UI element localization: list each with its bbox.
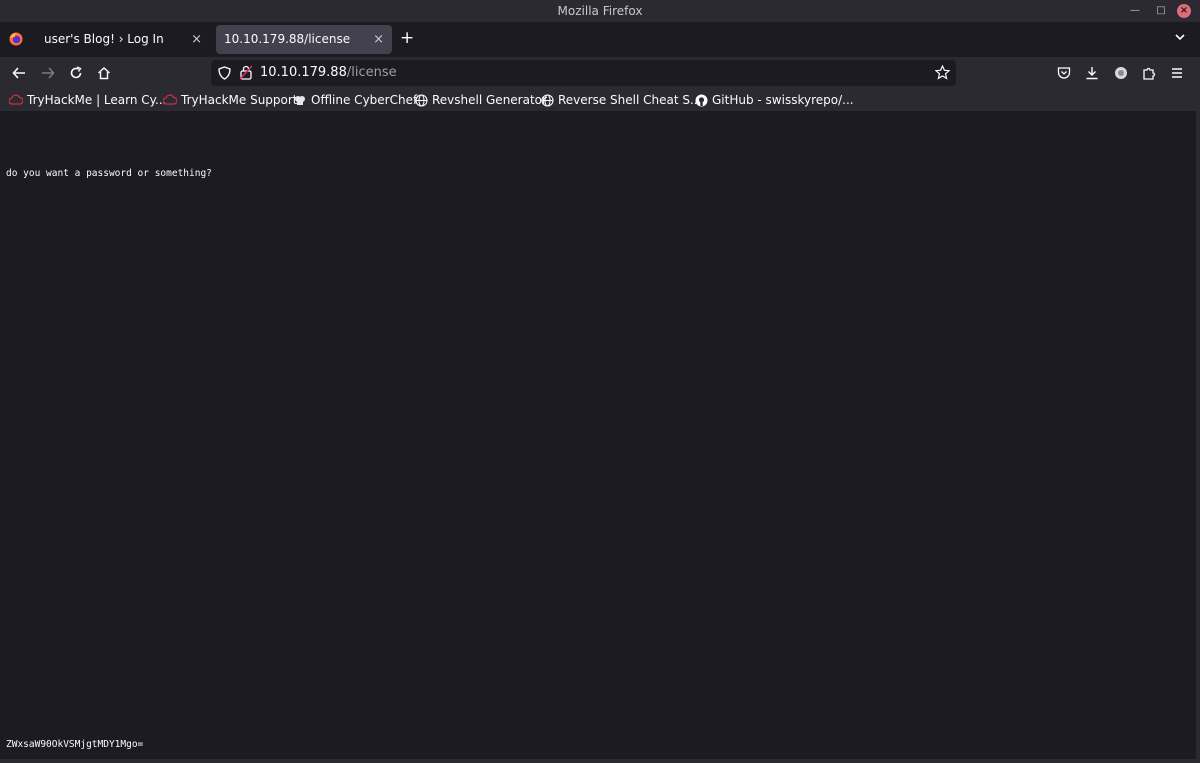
bookmark-label: TryHackMe | Learn Cy... — [27, 93, 167, 107]
close-window-icon[interactable]: × — [1177, 4, 1191, 18]
list-all-tabs-chevron-icon[interactable] — [1174, 31, 1186, 47]
bookmark-label: Reverse Shell Cheat S... — [558, 93, 702, 107]
window-border-bottom — [0, 759, 1200, 763]
bookmark-revshell-generator[interactable]: Revshell Generator — [414, 89, 547, 111]
bookmark-label: GitHub - swisskyrepo/... — [712, 93, 854, 107]
url-bar[interactable]: 10.10.179.88/license — [211, 60, 956, 86]
firefox-icon[interactable] — [9, 32, 23, 46]
url-path: /license — [346, 65, 397, 80]
bookmark-label: Offline CyberChef — [311, 93, 418, 107]
page-message: do you want a password or something? — [6, 168, 212, 179]
maximize-icon[interactable]: □ — [1154, 4, 1168, 18]
tab-label: 10.10.179.88/license — [224, 32, 351, 46]
hamburger-menu-icon[interactable] — [1166, 62, 1188, 84]
tracking-protection-shield-icon[interactable] — [218, 66, 231, 84]
bookmark-label: TryHackMe Support — [181, 93, 298, 107]
home-icon[interactable] — [93, 62, 115, 84]
bookmark-offline-cyberchef[interactable]: Offline CyberChef — [293, 89, 417, 111]
bookmark-reverse-shell-cheatsheet[interactable]: Reverse Shell Cheat S... — [540, 89, 701, 111]
tab-bar: user's Blog! › Log In × 10.10.179.88/lic… — [0, 22, 1200, 57]
url-host: 10.10.179.88 — [260, 65, 347, 80]
tryhackme-icon — [163, 93, 177, 107]
extensions-puzzle-icon[interactable] — [1138, 62, 1160, 84]
github-icon — [694, 93, 708, 107]
tab-blog-login[interactable]: user's Blog! › Log In × — [36, 25, 210, 54]
back-arrow-icon[interactable] — [8, 62, 30, 84]
bookmark-tryhackme[interactable]: TryHackMe | Learn Cy... — [9, 89, 167, 111]
bookmark-label: Revshell Generator — [432, 93, 547, 107]
window-border-right — [1196, 111, 1200, 763]
page-content: do you want a password or something? ZWx… — [0, 111, 1196, 759]
tab-license[interactable]: 10.10.179.88/license × — [216, 25, 392, 54]
tab-label: user's Blog! › Log In — [44, 32, 164, 46]
extension-globe-icon[interactable] — [1110, 62, 1132, 84]
encoded-string: ZWxsaW90OkVSMjgtMDY1Mgo= — [6, 739, 144, 750]
window-titlebar: Mozilla Firefox — □ × — [0, 0, 1200, 22]
bookmark-github-swisskyrepo[interactable]: GitHub - swisskyrepo/... — [694, 89, 854, 111]
minimize-icon[interactable]: — — [1128, 4, 1142, 18]
chef-hat-icon — [293, 93, 307, 107]
window-title: Mozilla Firefox — [557, 4, 643, 18]
new-tab-plus-icon[interactable]: + — [400, 28, 414, 48]
reload-icon[interactable] — [65, 62, 87, 84]
pocket-icon[interactable] — [1053, 62, 1075, 84]
bookmarks-toolbar: TryHackMe | Learn Cy... TryHackMe Suppor… — [0, 89, 1200, 112]
url-text[interactable]: 10.10.179.88/license — [260, 60, 397, 86]
tab-close-icon[interactable]: × — [373, 25, 384, 54]
tab-close-icon[interactable]: × — [191, 25, 202, 54]
tryhackme-icon — [9, 93, 23, 107]
bookmark-star-icon[interactable] — [934, 64, 951, 84]
downloads-icon[interactable] — [1081, 62, 1103, 84]
globe-icon — [414, 93, 428, 107]
globe-icon — [540, 93, 554, 107]
insecure-lock-icon[interactable] — [239, 65, 253, 84]
navigation-toolbar: 10.10.179.88/license — [0, 57, 1200, 89]
bookmark-tryhackme-support[interactable]: TryHackMe Support — [163, 89, 298, 111]
forward-arrow-icon[interactable] — [37, 62, 59, 84]
